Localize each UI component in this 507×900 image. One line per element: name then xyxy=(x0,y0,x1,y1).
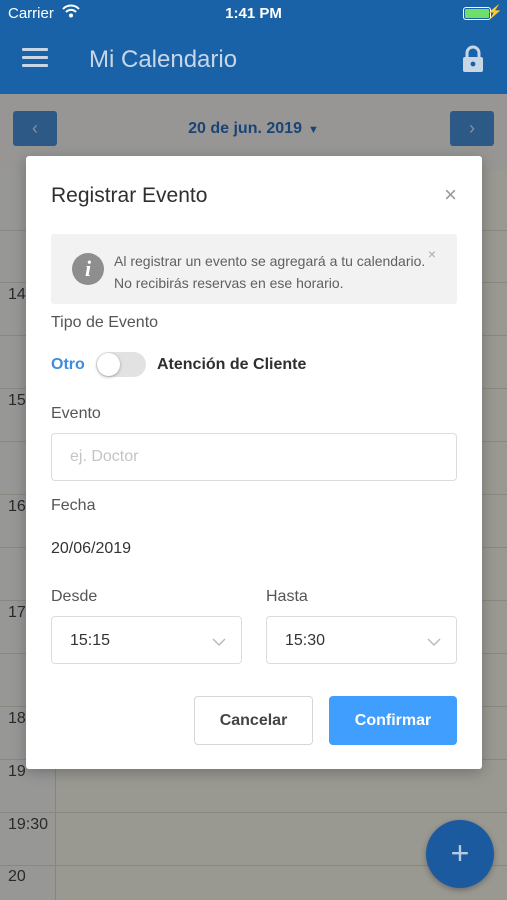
date-value: 20/06/2019 xyxy=(51,540,132,557)
chevron-down-icon xyxy=(427,634,441,647)
from-time-value: 15:15 xyxy=(70,632,111,649)
chevron-down-icon xyxy=(212,634,226,647)
date-label: Fecha xyxy=(51,497,96,514)
modal-title: Registrar Evento xyxy=(51,184,208,207)
app-header: Mi Calendario xyxy=(0,26,507,94)
info-icon: i xyxy=(72,253,104,285)
status-bar: Carrier 1:41 PM ⚡ xyxy=(0,0,507,26)
event-name-input[interactable] xyxy=(51,433,457,481)
close-icon[interactable]: × xyxy=(444,184,457,206)
lock-icon[interactable] xyxy=(461,44,485,74)
toggle-option-client: Atención de Cliente xyxy=(157,356,307,373)
event-label: Evento xyxy=(51,405,101,422)
event-type-label: Tipo de Evento xyxy=(51,314,159,331)
to-time-value: 15:30 xyxy=(285,632,326,649)
menu-icon[interactable] xyxy=(22,48,48,70)
switch-knob xyxy=(97,353,120,376)
to-time-select[interactable]: 15:30 xyxy=(266,616,457,664)
to-label: Hasta xyxy=(266,588,308,605)
toggle-option-other: Otro xyxy=(51,356,85,373)
info-text: Al registrar un evento se agregará a tu … xyxy=(114,253,426,291)
from-time-select[interactable]: 15:15 xyxy=(51,616,242,664)
status-time: 1:41 PM xyxy=(225,5,282,22)
cancel-button[interactable]: Cancelar xyxy=(194,696,313,745)
info-alert: i Al registrar un evento se agregará a t… xyxy=(51,234,457,304)
charging-icon: ⚡ xyxy=(486,4,503,19)
event-type-switch[interactable] xyxy=(96,352,146,377)
info-close-icon[interactable]: × xyxy=(428,246,436,262)
confirm-button[interactable]: Confirmar xyxy=(329,696,457,745)
register-event-modal: Registrar Evento × i Al registrar un eve… xyxy=(26,156,482,769)
add-event-button[interactable]: + xyxy=(426,820,494,888)
from-label: Desde xyxy=(51,588,98,605)
app-title: Mi Calendario xyxy=(89,46,238,73)
